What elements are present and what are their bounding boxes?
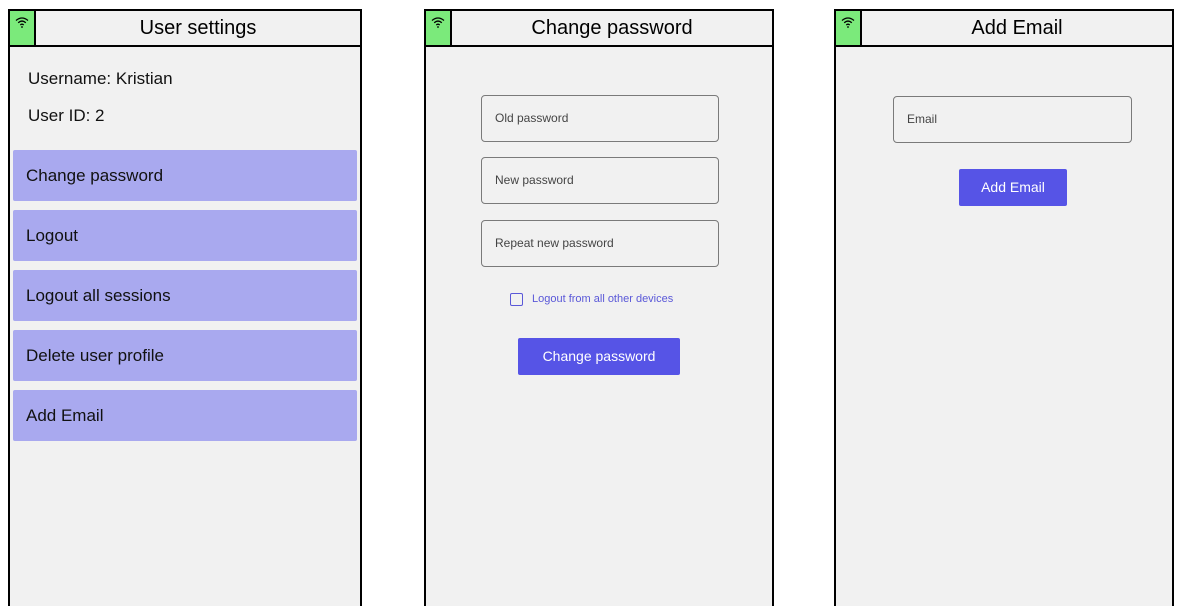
wifi-icon (841, 17, 855, 28)
change-password-button[interactable]: Change password (13, 150, 357, 201)
logout-all-sessions-button[interactable]: Logout all sessions (13, 270, 357, 321)
email-input[interactable]: Email (893, 96, 1132, 143)
title-bar: Change password (426, 11, 772, 47)
user-id-label: User ID: 2 (28, 106, 105, 125)
add-email-menu-button[interactable]: Add Email (13, 390, 357, 441)
user-settings-screen: User settings Username: Kristian User ID… (8, 9, 362, 606)
username-label: Username: Kristian (28, 69, 173, 88)
logout-others-row[interactable]: Logout from all other devices (510, 290, 673, 308)
repeat-password-input[interactable]: Repeat new password (481, 220, 719, 267)
wifi-icon (431, 17, 445, 28)
title-bar: Add Email (836, 11, 1172, 47)
wifi-icon (15, 17, 29, 28)
page-title: Add Email (971, 17, 1063, 39)
wifi-status (836, 11, 862, 45)
page-title: User settings (139, 17, 257, 39)
add-email-submit-button[interactable]: Add Email (959, 169, 1067, 206)
delete-user-profile-button[interactable]: Delete user profile (13, 330, 357, 381)
logout-others-label: Logout from all other devices (532, 293, 674, 305)
old-password-input[interactable]: Old password (481, 95, 719, 142)
add-email-screen: Add Email Email Add Email (834, 9, 1174, 606)
title-bar: User settings (10, 11, 360, 47)
new-password-input[interactable]: New password (481, 157, 719, 204)
change-password-submit-button[interactable]: Change password (518, 338, 680, 375)
logout-others-checkbox[interactable] (510, 292, 523, 306)
wifi-status (426, 11, 452, 45)
wifi-status (10, 11, 36, 45)
page-title: Change password (531, 17, 693, 39)
logout-button[interactable]: Logout (13, 210, 357, 261)
change-password-screen: Change password Old password New passwor… (424, 9, 774, 606)
